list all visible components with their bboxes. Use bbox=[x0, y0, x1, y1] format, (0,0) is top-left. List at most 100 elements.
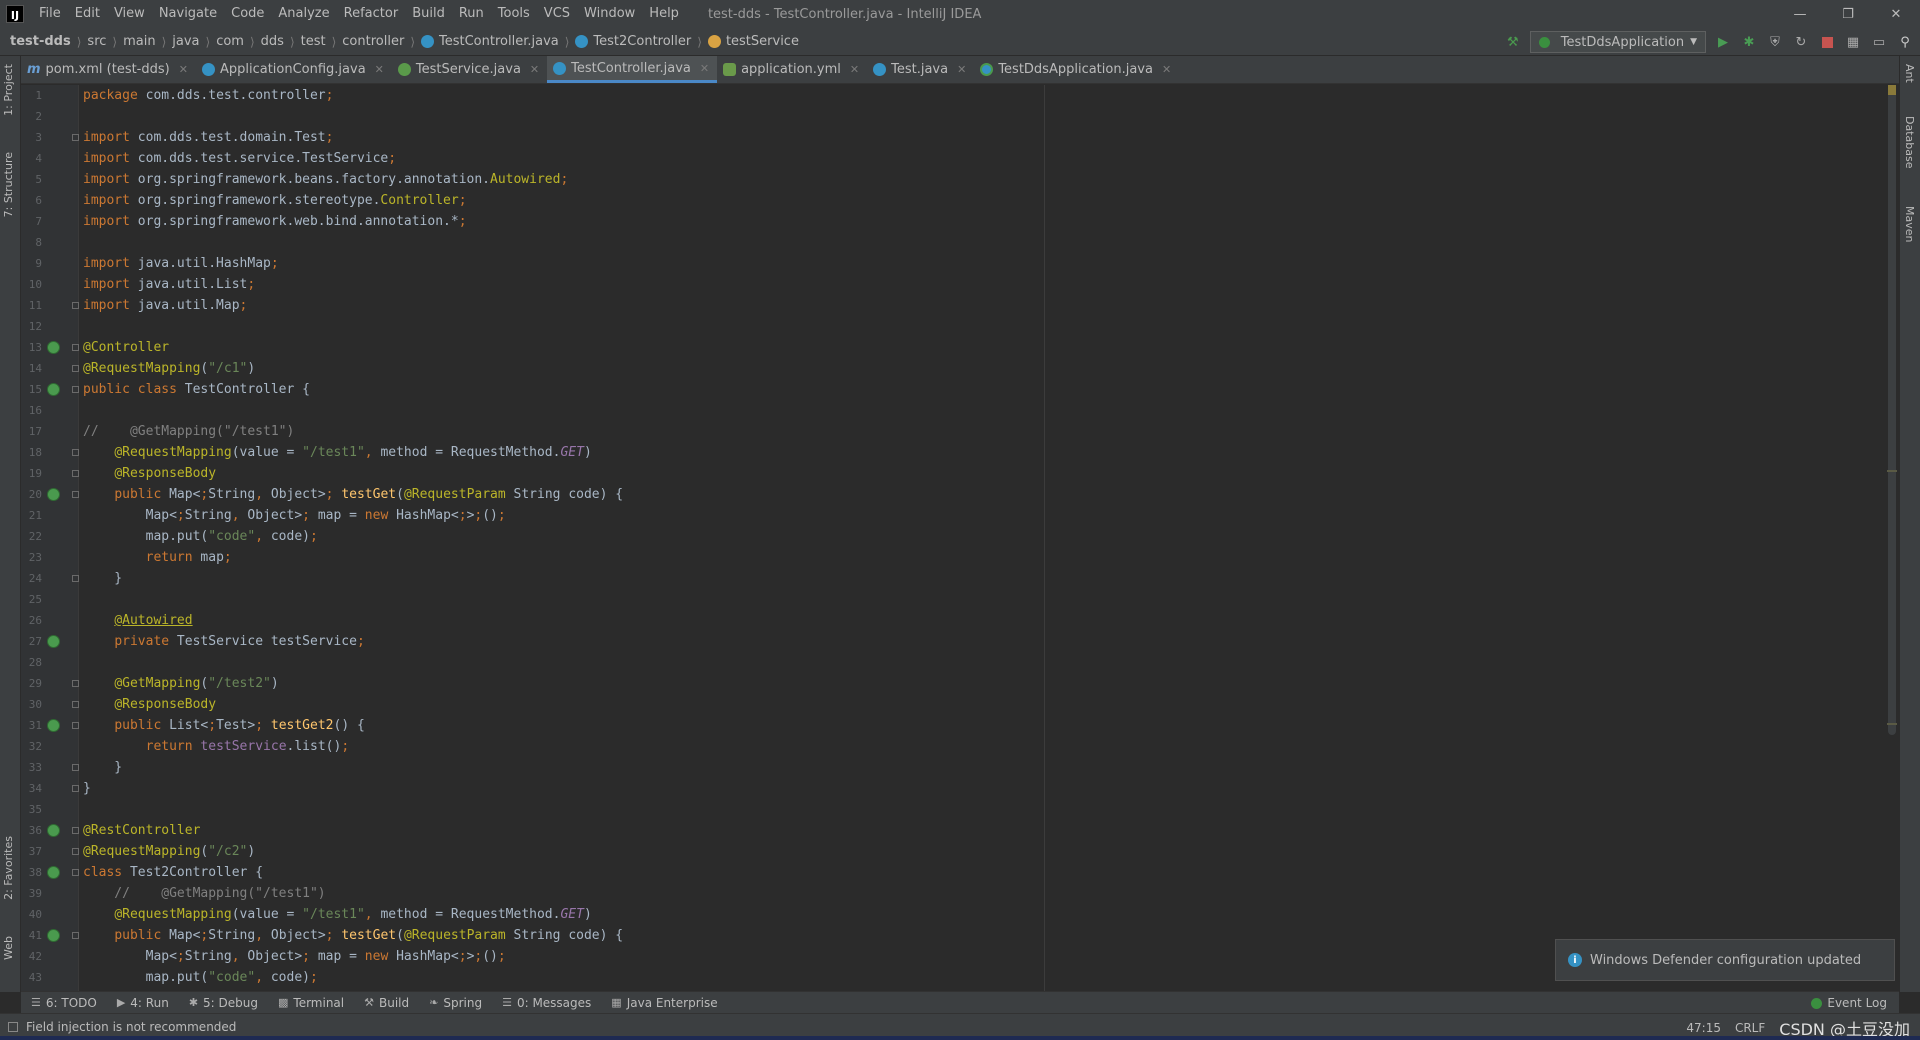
spring-endpoint-icon[interactable] bbox=[47, 929, 60, 942]
breadcrumb-main[interactable]: main bbox=[123, 34, 155, 49]
breadcrumb-field[interactable]: testService bbox=[707, 34, 799, 49]
breadcrumb-controller[interactable]: controller bbox=[342, 34, 404, 49]
search-icon[interactable]: ⚲ bbox=[1896, 33, 1914, 51]
menu-vcs[interactable]: VCS bbox=[537, 0, 577, 28]
breadcrumb-class[interactable]: Test2Controller bbox=[575, 34, 691, 49]
build-hammer-icon[interactable]: ⚒ bbox=[1504, 33, 1522, 51]
run-tool-button[interactable]: ▶ 4: Run bbox=[107, 996, 179, 1010]
fold-marker-icon[interactable] bbox=[72, 365, 79, 372]
breadcrumb-test[interactable]: test bbox=[301, 34, 326, 49]
line-separator[interactable]: CRLF bbox=[1735, 1021, 1765, 1035]
tab-test-dds-application[interactable]: TestDdsApplication.java ✕ bbox=[974, 56, 1179, 83]
fold-marker-icon[interactable] bbox=[72, 302, 79, 309]
stop-icon[interactable] bbox=[1818, 33, 1836, 51]
breadcrumb-project[interactable]: test-dds bbox=[10, 34, 71, 49]
menu-run[interactable]: Run bbox=[452, 0, 491, 28]
build-tool-button[interactable]: ⚒ Build bbox=[354, 996, 419, 1010]
spring-autowired-icon[interactable] bbox=[47, 635, 60, 648]
menu-window[interactable]: Window bbox=[577, 0, 642, 28]
menu-build[interactable]: Build bbox=[405, 0, 452, 28]
menu-help[interactable]: Help bbox=[642, 0, 686, 28]
fold-marker-icon[interactable] bbox=[72, 680, 79, 687]
error-stripe-marker[interactable] bbox=[1887, 470, 1897, 472]
project-structure-icon[interactable]: ▦ bbox=[1844, 33, 1862, 51]
close-icon[interactable]: ✕ bbox=[957, 63, 966, 76]
restore-icon[interactable]: ❐ bbox=[1824, 0, 1872, 28]
code-editor[interactable]: 1 2 3 4 5 6 7 8 9 10 11 12 13 14 15 16 1… bbox=[21, 85, 1899, 991]
tab-application-yml[interactable]: application.yml ✕ bbox=[717, 56, 867, 83]
spring-bean-icon[interactable] bbox=[47, 341, 60, 354]
event-log-button[interactable]: Event Log bbox=[1811, 992, 1887, 1014]
spring-bean-icon[interactable] bbox=[47, 383, 60, 396]
fold-marker-icon[interactable] bbox=[72, 575, 79, 582]
terminal-tool-button[interactable]: ▩ Terminal bbox=[268, 996, 354, 1010]
spring-endpoint-icon[interactable] bbox=[47, 719, 60, 732]
menu-file[interactable]: File bbox=[32, 0, 68, 28]
java-enterprise-tool-button[interactable]: ▦ Java Enterprise bbox=[601, 996, 727, 1010]
spring-bean-icon[interactable] bbox=[47, 866, 60, 879]
scrollbar-thumb[interactable] bbox=[1888, 85, 1896, 735]
debug-icon[interactable]: ✱ bbox=[1740, 33, 1758, 51]
menu-tools[interactable]: Tools bbox=[491, 0, 537, 28]
profile-icon[interactable]: ↻ bbox=[1792, 33, 1810, 51]
presentation-mode-icon[interactable]: ▭ bbox=[1870, 33, 1888, 51]
tab-pom-xml[interactable]: m pom.xml (test-dds) ✕ bbox=[21, 56, 196, 83]
menu-edit[interactable]: Edit bbox=[68, 0, 107, 28]
coverage-icon[interactable]: ⛨ bbox=[1766, 33, 1784, 51]
project-tool-button[interactable]: 1: Project bbox=[2, 64, 15, 116]
fold-marker-icon[interactable] bbox=[72, 449, 79, 456]
database-tool-button[interactable]: Database bbox=[1903, 116, 1916, 169]
close-icon[interactable]: ✕ bbox=[179, 63, 188, 76]
run-icon[interactable]: ▶ bbox=[1714, 33, 1732, 51]
close-icon[interactable]: ✕ bbox=[1872, 0, 1920, 28]
fold-marker-icon[interactable] bbox=[72, 827, 79, 834]
fold-marker-icon[interactable] bbox=[72, 386, 79, 393]
spring-endpoint-icon[interactable] bbox=[47, 488, 60, 501]
fold-marker-icon[interactable] bbox=[72, 134, 79, 141]
status-toggle-icon[interactable] bbox=[8, 1022, 18, 1032]
fold-marker-icon[interactable] bbox=[72, 491, 79, 498]
spring-tool-button[interactable]: ❧ Spring bbox=[419, 996, 492, 1010]
code-area[interactable]: package com.dds.test.controller; import … bbox=[83, 85, 1899, 991]
fold-marker-icon[interactable] bbox=[72, 932, 79, 939]
fold-marker-icon[interactable] bbox=[72, 764, 79, 771]
spring-bean-icon[interactable] bbox=[47, 824, 60, 837]
tab-test-java[interactable]: Test.java ✕ bbox=[867, 56, 974, 83]
run-configuration-select[interactable]: TestDdsApplication ▼ bbox=[1529, 31, 1706, 53]
fold-marker-icon[interactable] bbox=[72, 869, 79, 876]
error-stripe-marker[interactable] bbox=[1887, 723, 1897, 725]
menu-code[interactable]: Code bbox=[224, 0, 271, 28]
menu-analyze[interactable]: Analyze bbox=[271, 0, 336, 28]
fold-marker-icon[interactable] bbox=[72, 701, 79, 708]
close-icon[interactable]: ✕ bbox=[700, 62, 709, 75]
tab-test-service[interactable]: TestService.java ✕ bbox=[392, 56, 547, 83]
tab-application-config[interactable]: ApplicationConfig.java ✕ bbox=[196, 56, 392, 83]
fold-marker-icon[interactable] bbox=[72, 344, 79, 351]
fold-marker-icon[interactable] bbox=[72, 785, 79, 792]
maven-tool-button[interactable]: Maven bbox=[1903, 206, 1916, 242]
menu-refactor[interactable]: Refactor bbox=[337, 0, 406, 28]
breadcrumb-src[interactable]: src bbox=[87, 34, 106, 49]
menu-view[interactable]: View bbox=[107, 0, 152, 28]
structure-tool-button[interactable]: 7: Structure bbox=[2, 152, 15, 217]
inspection-status-icon[interactable] bbox=[1888, 85, 1896, 95]
ant-tool-button[interactable]: Ant bbox=[1903, 64, 1916, 83]
notification-balloon[interactable]: i Windows Defender configuration updated bbox=[1555, 939, 1895, 981]
close-icon[interactable]: ✕ bbox=[1162, 63, 1171, 76]
close-icon[interactable]: ✕ bbox=[850, 63, 859, 76]
fold-marker-icon[interactable] bbox=[72, 848, 79, 855]
breadcrumb-java[interactable]: java bbox=[172, 34, 199, 49]
fold-marker-icon[interactable] bbox=[72, 722, 79, 729]
tab-test-controller[interactable]: TestController.java ✕ bbox=[547, 56, 718, 83]
minimize-icon[interactable]: — bbox=[1776, 0, 1824, 28]
messages-tool-button[interactable]: ☰ 0: Messages bbox=[492, 996, 601, 1010]
breadcrumb-dds[interactable]: dds bbox=[261, 34, 284, 49]
breadcrumb-com[interactable]: com bbox=[216, 34, 244, 49]
todo-tool-button[interactable]: ☰ 6: TODO bbox=[21, 996, 107, 1010]
breadcrumb-file[interactable]: TestController.java bbox=[421, 34, 559, 49]
vertical-scrollbar[interactable] bbox=[1885, 85, 1899, 991]
web-tool-button[interactable]: Web bbox=[2, 936, 15, 960]
close-icon[interactable]: ✕ bbox=[375, 63, 384, 76]
caret-position[interactable]: 47:15 bbox=[1686, 1021, 1721, 1035]
favorites-tool-button[interactable]: 2: Favorites bbox=[2, 836, 15, 900]
